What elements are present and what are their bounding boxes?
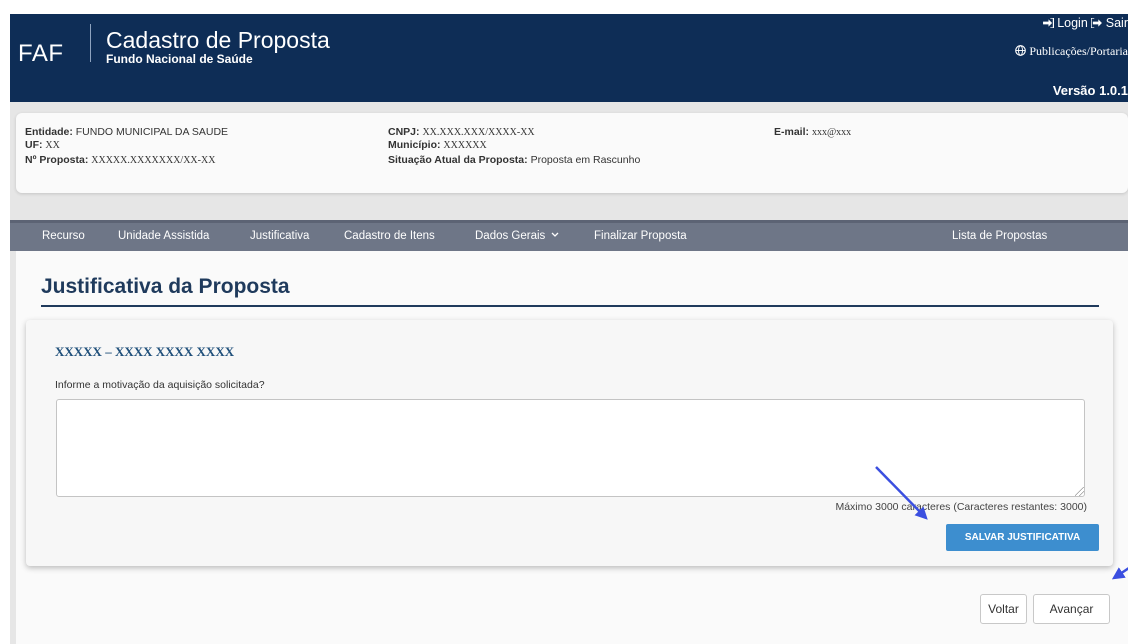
situacao-label: Situação Atual da Proposta: — [388, 154, 528, 166]
proposal-info-card: Entidade: FUNDO MUNICIPAL DA SAUDE UF: X… — [16, 113, 1128, 193]
login-label: Login — [1057, 16, 1088, 30]
cnpj-value: XX.XXX.XXX/XXXX-XX — [422, 127, 535, 138]
app-header: FAF Cadastro de Proposta Fundo Nacional … — [10, 14, 1128, 102]
menu-item-lista-propostas[interactable]: Lista de Propostas — [952, 230, 1047, 242]
email-value: xxx@xxx — [811, 127, 852, 138]
menu-item-recurso[interactable]: Recurso — [42, 230, 85, 242]
logout-label: Sair — [1105, 16, 1128, 30]
title-divider — [41, 305, 1099, 307]
logout-link[interactable]: Sair — [1090, 16, 1128, 30]
save-justification-button[interactable]: SALVAR JUSTIFICATIVA — [946, 524, 1099, 551]
main-content: Justificativa da Proposta XXXXX – XXXX X… — [16, 251, 1128, 644]
app-subtitle: Fundo Nacional de Saúde — [106, 52, 253, 66]
entidade-row: Entidade: FUNDO MUNICIPAL DA SAUDE — [25, 126, 228, 138]
uf-row: UF: XX — [25, 139, 60, 151]
uf-value: XX — [45, 140, 60, 151]
resize-grip-icon[interactable] — [1075, 487, 1084, 496]
app-title: Cadastro de Proposta — [106, 27, 330, 53]
version-label: Versão 1.0.1 — [1052, 83, 1128, 98]
menu-item-cadastro-itens[interactable]: Cadastro de Itens — [344, 230, 435, 242]
municipio-label: Município: — [388, 139, 441, 151]
next-button[interactable]: Avançar — [1033, 594, 1110, 624]
sign-in-icon — [1042, 17, 1054, 29]
menu-item-finalizar-proposta[interactable]: Finalizar Proposta — [594, 230, 687, 242]
uf-label: UF: — [25, 139, 43, 151]
sign-out-icon — [1090, 17, 1103, 29]
auth-links: Login Sair — [1042, 16, 1128, 30]
back-button[interactable]: Voltar — [980, 594, 1027, 624]
chevron-down-icon — [551, 232, 558, 237]
brand-divider — [90, 24, 91, 62]
main-menu: Recurso Unidade Assistida Justificativa … — [10, 220, 1128, 251]
situacao-row: Situação Atual da Proposta: Proposta em … — [388, 154, 640, 166]
publications-label: Publicações/Portaria — [1029, 44, 1128, 58]
proposta-label: Nº Proposta: — [25, 154, 89, 166]
situacao-value: Proposta em Rascunho — [530, 154, 641, 166]
motivation-label: Informe a motivação da aquisição solicit… — [55, 379, 265, 391]
municipio-row: Município: XXXXXX — [388, 139, 487, 151]
menu-item-dados-gerais[interactable]: Dados Gerais — [475, 230, 559, 242]
cnpj-row: CNPJ: XX.XXX.XXX/XXXX-XX — [388, 126, 535, 138]
proposta-row: Nº Proposta: XXXXX.XXXXXXX/XX-XX — [25, 154, 215, 166]
page-title: Justificativa da Proposta — [41, 275, 290, 298]
proposta-value: XXXXX.XXXXXXX/XX-XX — [91, 155, 216, 166]
menu-item-justificativa[interactable]: Justificativa — [250, 230, 309, 242]
publications-link[interactable]: Publicações/Portaria — [1015, 44, 1128, 59]
menu-item-unidade-assistida[interactable]: Unidade Assistida — [118, 230, 209, 242]
email-label: E-mail: — [774, 126, 810, 138]
justification-card: XXXXX – XXXX XXXX XXXX Informe a motivaç… — [26, 320, 1113, 566]
email-row: E-mail: xxx@xxx — [774, 126, 851, 138]
entidade-value: FUNDO MUNICIPAL DA SAUDE — [75, 126, 229, 138]
brand-logo: FAF — [18, 40, 64, 67]
municipio-value: XXXXXX — [443, 140, 487, 151]
login-link[interactable]: Login — [1042, 16, 1092, 30]
cnpj-label: CNPJ: — [388, 126, 420, 138]
motivation-textarea[interactable] — [56, 399, 1085, 497]
entidade-label: Entidade: — [25, 126, 73, 138]
menu-item-dados-gerais-label: Dados Gerais — [475, 230, 546, 242]
char-counter: Máximo 3000 caracteres (Caracteres resta… — [835, 501, 1087, 513]
card-heading: XXXXX – XXXX XXXX XXXX — [55, 344, 235, 359]
globe-icon — [1015, 45, 1027, 56]
